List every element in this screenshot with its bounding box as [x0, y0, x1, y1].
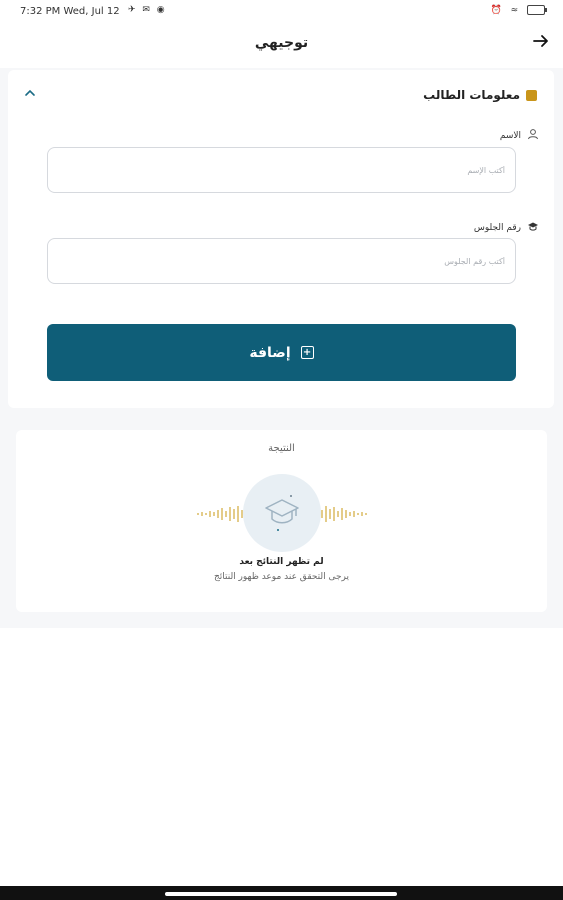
sound-wave-right-icon [321, 506, 367, 522]
page-title: توجيهي [254, 35, 309, 51]
seat-label: رقم الجلوس [473, 222, 521, 233]
graduation-cap-icon [265, 495, 299, 531]
section-title: معلومات الطالب [423, 88, 520, 102]
system-icons: ⏰ ≈ [490, 5, 547, 16]
chevron-up-glyph [25, 89, 35, 96]
result-sub-message: يرجى التحقق عند موعد ظهور النتائج [213, 572, 350, 582]
home-gesture-pill[interactable] [165, 892, 397, 896]
plus-square-icon: + [300, 346, 314, 359]
status-time: 7:32 PM Wed, Jul 12 [20, 6, 120, 17]
alarm-wifi-icons: ⏰ ≈ [490, 5, 522, 16]
seat-field-label: رقم الجلوس [474, 220, 539, 235]
graduation-cap-icon [527, 220, 539, 235]
status-bar: 7:32 PM Wed, Jul 12 ✈ ✉ ◉ ⏰ ≈ [0, 0, 563, 24]
section-header[interactable]: معلومات الطالب [423, 88, 537, 102]
section-accent-icon [526, 89, 537, 101]
arrow-right-icon [533, 35, 548, 47]
name-input-box[interactable] [47, 147, 516, 193]
name-field-label: الاسم [500, 128, 539, 143]
add-button-label: إضافة [249, 344, 291, 361]
add-button[interactable]: إضافة + [47, 324, 516, 381]
seat-input-box[interactable] [47, 238, 516, 284]
sound-wave-left-icon [197, 506, 243, 522]
app-bar: توجيهي [0, 24, 563, 68]
person-icon [527, 128, 539, 143]
result-message: لم تظهر النتائج بعد [239, 557, 324, 567]
back-arrow-icon[interactable] [533, 33, 549, 54]
chevron-up-icon[interactable] [24, 86, 36, 101]
battery-icon [527, 5, 547, 15]
name-input[interactable] [48, 148, 515, 192]
name-label: الاسم [499, 130, 521, 141]
notification-icons: ✈ ✉ ◉ [128, 5, 167, 15]
result-title: النتيجة [268, 443, 295, 454]
seat-input[interactable] [48, 239, 515, 283]
